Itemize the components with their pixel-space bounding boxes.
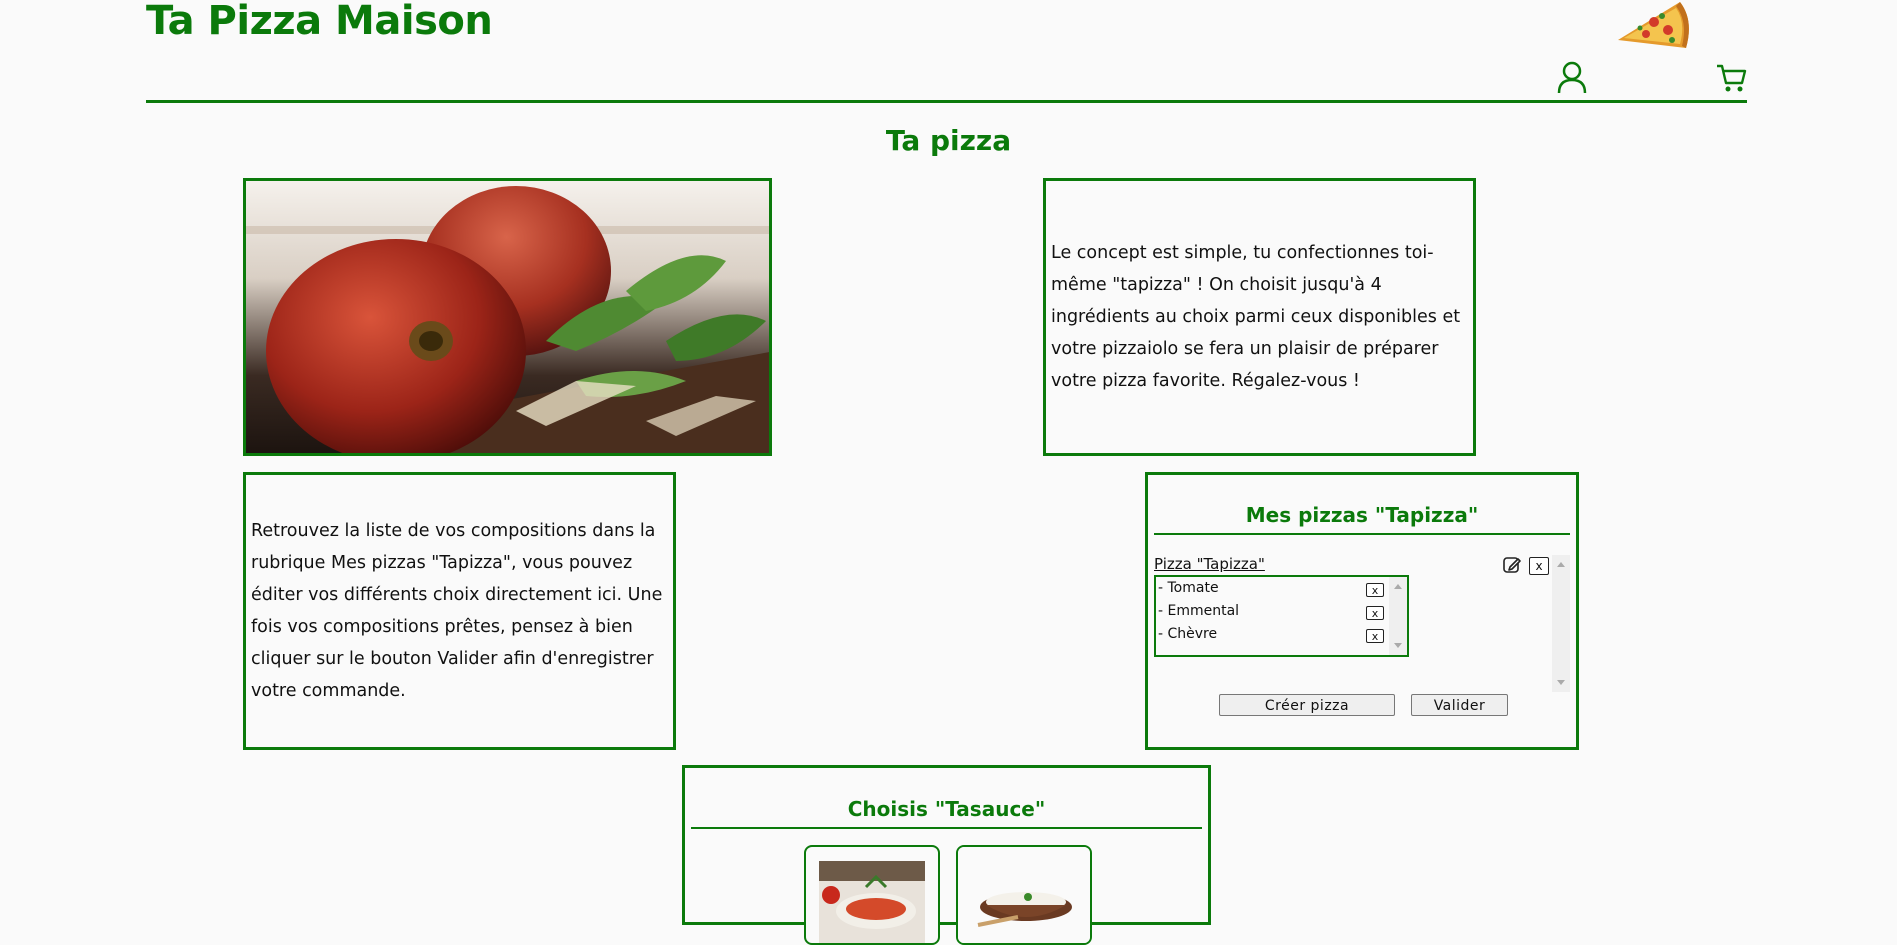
header-divider [146, 100, 1747, 103]
intro-text-panel: Le concept est simple, tu confectionnes … [1043, 178, 1476, 456]
scroll-up-icon[interactable] [1394, 584, 1402, 589]
pizza-slice-logo[interactable] [1610, 0, 1692, 54]
user-icon[interactable] [1556, 60, 1588, 94]
site-title: Ta Pizza Maison [146, 0, 493, 44]
remove-ingredient-button[interactable]: x [1366, 583, 1384, 597]
list-item: - Chèvre [1158, 626, 1217, 642]
list-item: - Tomate [1158, 580, 1219, 596]
my-pizzas-title: Mes pizzas "Tapizza" [1154, 503, 1570, 535]
validate-button[interactable]: Valider [1411, 694, 1508, 716]
scroll-up-icon[interactable] [1557, 562, 1565, 567]
create-pizza-button[interactable]: Créer pizza [1219, 694, 1395, 716]
remove-ingredient-button[interactable]: x [1366, 606, 1384, 620]
help-text-panel: Retrouvez la liste de vos compositions d… [243, 472, 676, 750]
intro-text: Le concept est simple, tu confectionnes … [1051, 243, 1461, 391]
ingredient-label: - Emmental [1158, 603, 1240, 619]
edit-icon[interactable] [1502, 555, 1522, 575]
help-text: Retrouvez la liste de vos compositions d… [251, 521, 663, 701]
scroll-down-icon[interactable] [1557, 680, 1565, 685]
pizza-list-scrollbar[interactable] [1552, 555, 1570, 692]
pizza-list[interactable]: Pizza "Tapizza" x - Tomate x - Emmental … [1154, 555, 1570, 692]
sauce-option-cream[interactable] [956, 845, 1092, 945]
tomato-sauce-image [819, 861, 925, 943]
ingredient-list[interactable]: - Tomate x - Emmental x - Chèvre x [1154, 575, 1409, 657]
sauce-title: Choisis "Tasauce" [691, 797, 1202, 829]
ingredient-label: - Tomate [1158, 580, 1219, 596]
pizza-item-label[interactable]: Pizza "Tapizza" [1154, 555, 1265, 573]
scroll-down-icon[interactable] [1394, 643, 1402, 648]
page-heading: Ta pizza [885, 124, 1012, 157]
list-item: - Emmental [1158, 603, 1239, 619]
cart-icon[interactable] [1715, 62, 1747, 94]
sauce-option-tomato[interactable] [804, 845, 940, 945]
tomato-photo [243, 178, 772, 456]
my-pizzas-panel: Mes pizzas "Tapizza" Pizza "Tapizza" x -… [1145, 472, 1579, 750]
cream-sauce-image [958, 847, 1090, 943]
ingredient-scrollbar[interactable] [1389, 577, 1407, 655]
sauce-panel: Choisis "Tasauce" [682, 765, 1211, 945]
delete-pizza-button[interactable]: x [1529, 557, 1549, 575]
ingredient-label: - Chèvre [1158, 626, 1218, 642]
remove-ingredient-button[interactable]: x [1366, 629, 1384, 643]
